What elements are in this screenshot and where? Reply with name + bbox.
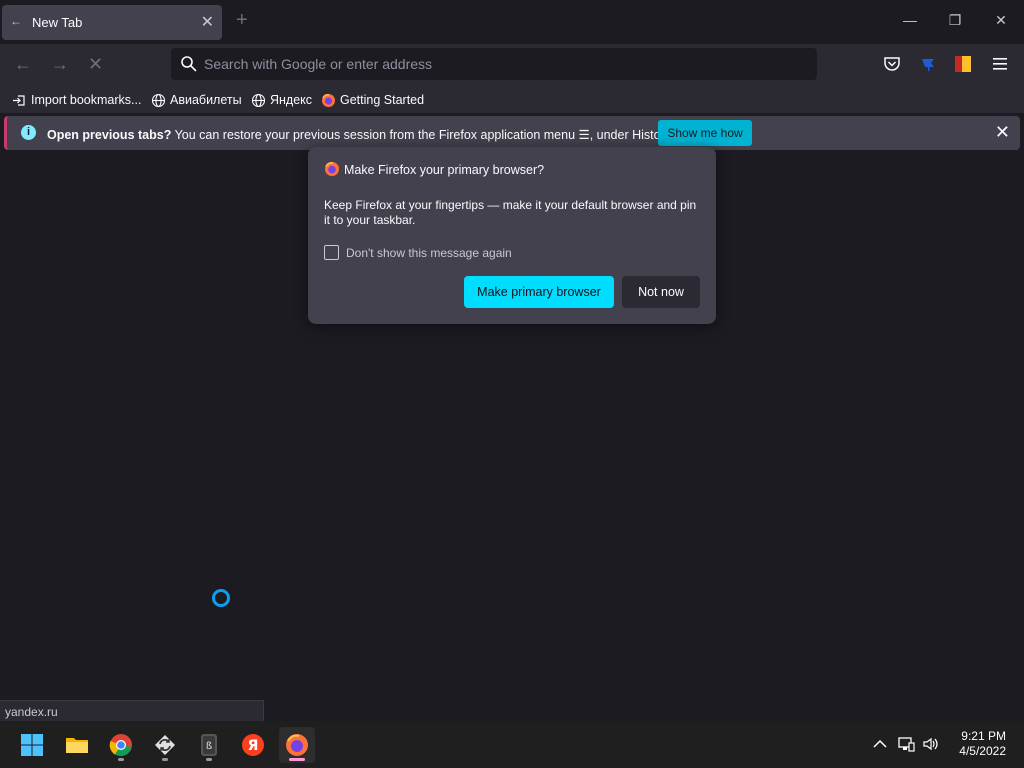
chrome-icon (109, 734, 132, 757)
bookmark-aviabilety[interactable]: Авиабилеты (151, 91, 242, 109)
running-indicator (118, 758, 124, 761)
search-input[interactable] (204, 54, 804, 74)
bookmarks-toolbar: Import bookmarks... Авиабилеты Яндекс Ge… (0, 85, 1024, 114)
tab-strip: ← New Tab ✕ + — ❐ ✕ (0, 0, 1024, 44)
close-window-button[interactable]: ✕ (991, 12, 1011, 32)
start-button[interactable] (14, 727, 50, 763)
bookmark-yandex[interactable]: Яндекс (251, 91, 312, 109)
info-icon: i (21, 125, 36, 140)
notification-message: Open previous tabs? You can restore your… (47, 127, 674, 142)
dialog-title: Make Firefox your primary browser? (344, 163, 545, 177)
running-indicator (206, 758, 212, 761)
restore-session-notification: i Open previous tabs? You can restore yo… (4, 116, 1020, 150)
taskbar-chrome[interactable] (103, 727, 139, 763)
globe-icon (251, 93, 266, 107)
busy-cursor-icon (212, 589, 230, 607)
pocket-icon[interactable] (882, 54, 902, 74)
taskbar: ß Я 9:21 PM 4/5/2022 (0, 721, 1024, 768)
minimize-button[interactable]: — (900, 12, 920, 32)
notification-title: Open previous tabs? (47, 128, 172, 142)
bookmark-getting-started[interactable]: Getting Started (321, 91, 424, 109)
notification-text: You can restore your previous session fr… (171, 128, 674, 142)
show-hidden-icons-chevron-icon[interactable] (871, 735, 889, 753)
taskbar-yandex-browser[interactable]: Я (235, 727, 271, 763)
stop-button[interactable]: ✕ (88, 54, 103, 74)
system-clock[interactable]: 9:21 PM 4/5/2022 (959, 729, 1006, 759)
globe-icon (151, 93, 166, 107)
bookmark-label: Авиабилеты (170, 93, 242, 107)
tab-title: New Tab (32, 15, 83, 30)
taskbar-file-explorer[interactable] (59, 727, 95, 763)
hamburger-menu-icon[interactable] (990, 54, 1010, 74)
search-icon (181, 56, 197, 72)
back-button[interactable]: ← (14, 54, 32, 74)
forward-button[interactable]: → (51, 54, 69, 74)
new-tab-button[interactable]: + (236, 10, 248, 30)
taskbar-sync-app[interactable] (147, 727, 183, 763)
folder-icon (66, 738, 88, 753)
firefox-icon (322, 93, 335, 107)
bookmark-label: Getting Started (340, 93, 425, 107)
import-icon (13, 94, 25, 106)
taskbar-utility-app[interactable]: ß (191, 727, 227, 763)
running-indicator (162, 758, 168, 761)
windows-start-icon (21, 734, 43, 756)
dont-show-label[interactable]: Don't show this message again (346, 246, 512, 260)
active-indicator (289, 758, 305, 761)
svg-text:Я: Я (248, 738, 259, 754)
device-icon: ß (201, 734, 217, 756)
sync-icon (155, 735, 175, 755)
network-icon[interactable] (897, 735, 915, 753)
firefox-icon (286, 734, 308, 756)
notification-close-icon[interactable]: ✕ (995, 123, 1010, 141)
make-primary-browser-button[interactable]: Make primary browser (464, 276, 614, 308)
dont-show-checkbox[interactable] (324, 245, 339, 260)
not-now-button[interactable]: Not now (622, 276, 700, 308)
firefox-icon (325, 162, 339, 176)
default-browser-dialog: Make Firefox your primary browser? Keep … (308, 147, 716, 324)
navigation-toolbar: ← → ✕ (0, 44, 1024, 85)
show-me-how-button[interactable]: Show me how (658, 120, 752, 146)
tab-loading-icon: ← (10, 14, 22, 28)
svg-text:ß: ß (206, 741, 212, 752)
address-bar[interactable] (171, 48, 817, 80)
bookmark-label: Import bookmarks... (31, 93, 142, 107)
tab-close-button[interactable]: ✕ (201, 12, 214, 32)
restore-button[interactable]: ❐ (945, 12, 965, 32)
clock-time: 9:21 PM (961, 729, 1006, 743)
volume-icon[interactable] (922, 735, 940, 753)
bookmark-import[interactable]: Import bookmarks... (12, 91, 141, 109)
taskbar-firefox[interactable] (279, 727, 315, 763)
dialog-body: Keep Firefox at your fingertips — make i… (324, 198, 697, 227)
clock-date: 4/5/2022 (959, 744, 1006, 758)
bookmark-label: Яндекс (270, 93, 313, 107)
yandex-icon: Я (242, 734, 264, 756)
extension-flag-icon[interactable] (919, 54, 939, 74)
status-panel: yandex.ru (0, 700, 264, 721)
tab-new-tab[interactable]: ← New Tab ✕ (2, 5, 222, 40)
extension-badge-icon[interactable] (953, 54, 973, 74)
